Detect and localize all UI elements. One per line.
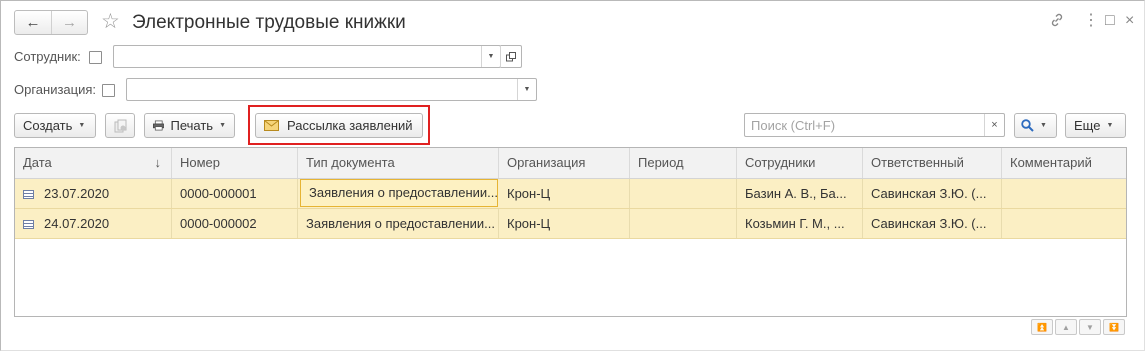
double-down-icon: ⏬ — [1109, 322, 1119, 332]
open-employee-button[interactable] — [500, 45, 522, 68]
scroll-up-button[interactable]: ▲ — [1055, 319, 1077, 335]
mailing-button-label: Рассылка заявлений — [287, 118, 413, 133]
table-header: Дата ↓ Номер Тип документа Организация П… — [15, 148, 1126, 179]
column-header-number[interactable]: Номер — [172, 148, 298, 178]
navigation-buttons: ← → — [14, 10, 88, 35]
down-icon: ▼ — [1086, 322, 1094, 332]
column-header-label: Дата — [23, 155, 52, 170]
document-icon — [23, 220, 34, 229]
link-icon[interactable] — [1049, 12, 1065, 33]
forward-button[interactable]: → — [51, 11, 87, 34]
create-button[interactable]: Создать ▼ — [14, 113, 96, 138]
close-icon[interactable]: × — [1125, 12, 1134, 30]
column-header-organization[interactable]: Организация — [499, 148, 630, 178]
window: ← → ☆ Электронные трудовые книжки ⋮ □ × … — [0, 0, 1145, 351]
search-options-button[interactable]: ▼ — [1014, 113, 1057, 138]
cell-responsible: Савинская З.Ю. (... — [863, 179, 1002, 208]
copy-button[interactable] — [105, 113, 135, 138]
more-menu-icon[interactable]: ⋮ — [1083, 12, 1099, 30]
more-button-label: Еще — [1074, 118, 1101, 133]
column-header-employees[interactable]: Сотрудники — [737, 148, 863, 178]
link-icon-svg — [1051, 13, 1063, 27]
more-button[interactable]: Еще ▼ — [1065, 113, 1126, 138]
back-button[interactable]: ← — [15, 11, 51, 34]
print-button[interactable]: Печать ▼ — [144, 113, 235, 138]
cell-comment — [1002, 209, 1126, 238]
employee-filter-checkbox[interactable] — [89, 51, 102, 64]
cell-doc-type: Заявления о предоставлении... — [298, 209, 499, 238]
open-window-icon — [506, 51, 516, 61]
cell-employees: Базин А. В., Ба... — [737, 179, 863, 208]
arrow-right-icon: → — [62, 14, 77, 31]
employee-field[interactable]: ▼ — [113, 45, 501, 68]
double-up-icon: ⏫ — [1037, 322, 1047, 332]
copy-document-icon — [114, 119, 126, 132]
table-row[interactable]: 24.07.2020 0000-000002 Заявления о предо… — [15, 209, 1126, 239]
employee-label: Сотрудник: — [14, 49, 81, 64]
chevron-down-icon: ▼ — [1040, 122, 1047, 129]
chevron-down-icon: ▼ — [219, 122, 226, 129]
cell-date-value: 23.07.2020 — [44, 186, 110, 201]
create-button-label: Создать — [23, 118, 73, 133]
print-button-label: Печать — [170, 118, 214, 133]
organization-filter-checkbox[interactable] — [102, 84, 115, 97]
search-placeholder: Поиск (Ctrl+F) — [751, 118, 836, 133]
column-header-doc-type[interactable]: Тип документа — [298, 148, 499, 178]
cell-responsible: Савинская З.Ю. (... — [863, 209, 1002, 238]
chevron-down-icon[interactable]: ▼ — [481, 46, 500, 67]
up-icon: ▲ — [1062, 322, 1070, 332]
chevron-down-icon: ▼ — [78, 122, 86, 129]
column-header-date[interactable]: Дата ↓ — [15, 148, 172, 178]
mailing-button[interactable]: Рассылка заявлений — [255, 113, 423, 138]
search-input[interactable]: Поиск (Ctrl+F) × — [744, 113, 1005, 137]
cell-organization: Крон-Ц — [499, 179, 630, 208]
document-icon — [23, 190, 34, 199]
cell-period — [630, 179, 737, 208]
search-icon — [1021, 119, 1034, 132]
arrow-left-icon: ← — [25, 14, 41, 31]
chevron-down-icon[interactable]: ▼ — [517, 79, 536, 100]
scroll-down-button[interactable]: ▼ — [1079, 319, 1101, 335]
organization-field[interactable]: ▼ — [126, 78, 537, 101]
cell-number: 0000-000002 — [172, 209, 298, 238]
maximize-icon[interactable]: □ — [1105, 12, 1115, 30]
documents-table[interactable]: Дата ↓ Номер Тип документа Организация П… — [14, 147, 1127, 317]
cell-organization: Крон-Ц — [499, 209, 630, 238]
cell-date-value: 24.07.2020 — [44, 216, 110, 231]
scroll-to-bottom-button[interactable]: ⏬ — [1103, 319, 1125, 335]
cell-employees: Козьмин Г. М., ... — [737, 209, 863, 238]
envelope-icon — [264, 120, 279, 131]
scroll-to-top-button[interactable]: ⏫ — [1031, 319, 1053, 335]
cell-comment — [1002, 179, 1126, 208]
sort-arrow-icon: ↓ — [154, 155, 162, 170]
page-title: Электронные трудовые книжки — [132, 12, 406, 33]
favorite-star-icon[interactable]: ☆ — [101, 10, 120, 34]
cell-date: 23.07.2020 — [15, 179, 172, 208]
column-header-comment[interactable]: Комментарий — [1002, 148, 1126, 178]
chevron-down-icon: ▼ — [1106, 122, 1114, 129]
table-row[interactable]: 23.07.2020 0000-000001 Заявления о предо… — [15, 179, 1126, 209]
cell-doc-type-selected[interactable]: Заявления о предоставлении... — [300, 179, 498, 207]
column-header-period[interactable]: Период — [630, 148, 737, 178]
column-header-responsible[interactable]: Ответственный — [863, 148, 1002, 178]
printer-icon — [153, 120, 165, 131]
cell-date: 24.07.2020 — [15, 209, 172, 238]
cell-number: 0000-000001 — [172, 179, 298, 208]
clear-search-icon[interactable]: × — [984, 114, 1004, 136]
cell-period — [630, 209, 737, 238]
organization-label: Организация: — [14, 82, 97, 97]
